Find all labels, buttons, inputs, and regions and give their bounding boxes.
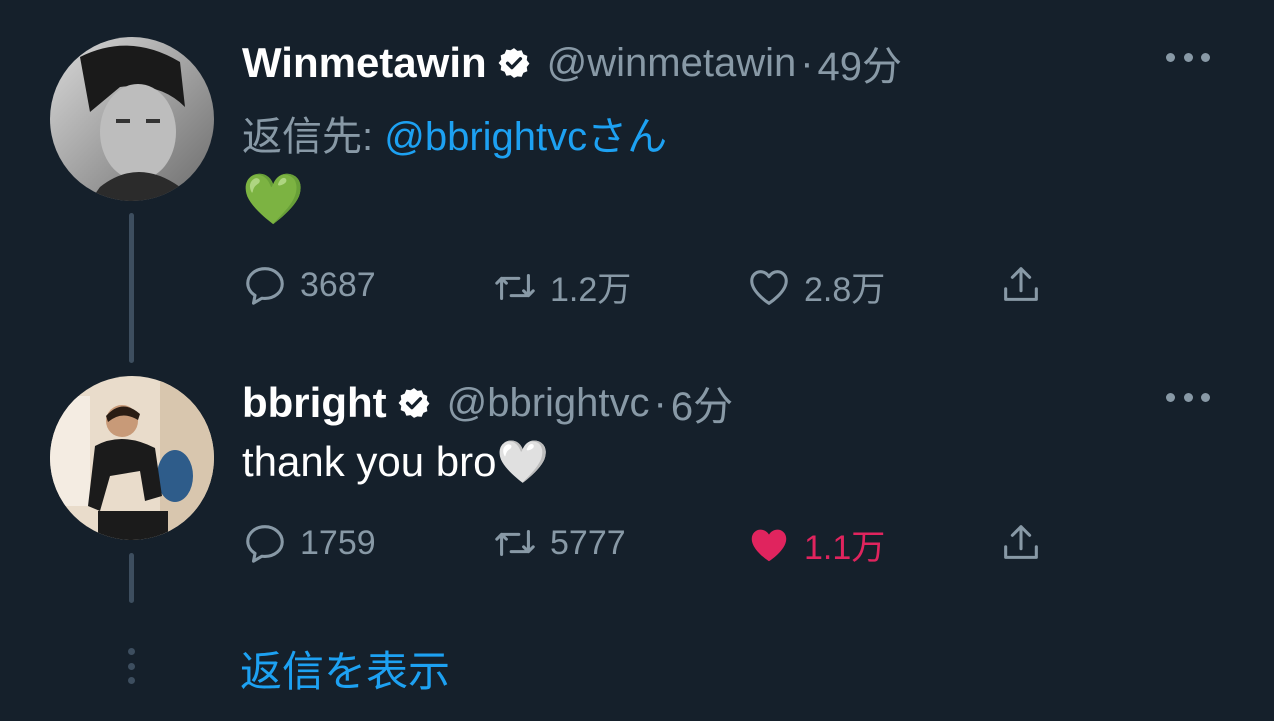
- more-options-icon[interactable]: [1166, 47, 1210, 67]
- reply-button[interactable]: 1759: [242, 520, 376, 566]
- verified-badge-icon: [498, 48, 530, 78]
- like-count: 1.1万: [804, 529, 886, 567]
- replying-mention-link[interactable]: @bbrightvc: [384, 115, 587, 159]
- display-name[interactable]: bbright: [242, 379, 387, 427]
- tweet-header: Winmetawin @winmetawin · 49分: [242, 34, 902, 92]
- avatar-image: [50, 37, 214, 201]
- retweet-icon: [495, 529, 535, 557]
- timestamp[interactable]: 49分: [818, 34, 903, 92]
- share-icon: [1004, 525, 1038, 559]
- tweet-text: 💚: [242, 171, 305, 227]
- avatar-bbright[interactable]: [50, 376, 214, 540]
- share-button[interactable]: [998, 262, 1056, 308]
- avatar-image: [50, 376, 214, 540]
- tweet-header: bbright @bbrightvc · 6分: [242, 374, 733, 432]
- avatar-winmetawin[interactable]: [50, 37, 214, 201]
- thread-continuation-dots: [128, 648, 136, 684]
- retweet-count: 1.2万: [550, 271, 632, 309]
- share-icon: [1004, 267, 1038, 301]
- user-handle[interactable]: @winmetawin: [547, 41, 797, 86]
- thread-line: [129, 213, 134, 363]
- timestamp[interactable]: 6分: [671, 374, 733, 432]
- replying-to-line: 返信先: @bbrightvcさん: [242, 104, 667, 162]
- like-button[interactable]: 1.1万: [746, 520, 885, 569]
- reply-count: 1759: [300, 523, 376, 562]
- retweet-button[interactable]: 5777: [492, 520, 626, 566]
- retweet-icon: [495, 273, 535, 300]
- verified-badge-icon: [398, 388, 430, 418]
- share-button[interactable]: [998, 520, 1056, 566]
- tweet-text: thank you bro🤍: [242, 438, 549, 485]
- separator-dot: ·: [800, 40, 814, 85]
- reply-icon: [246, 525, 284, 563]
- heart-outline-icon: [750, 269, 788, 305]
- replying-prefix: 返信先:: [242, 115, 385, 159]
- thread-line: [129, 553, 134, 603]
- replying-suffix: さん: [587, 115, 668, 159]
- retweet-button[interactable]: 1.2万: [492, 262, 631, 311]
- heart-filled-icon: [751, 529, 787, 561]
- reply-count: 3687: [300, 265, 376, 304]
- retweet-count: 5777: [550, 523, 626, 562]
- like-button[interactable]: 2.8万: [746, 262, 885, 311]
- user-handle[interactable]: @bbrightvc: [447, 381, 650, 426]
- show-replies-link[interactable]: 返信を表示: [240, 638, 450, 699]
- separator-dot: ·: [653, 380, 667, 425]
- like-count: 2.8万: [804, 271, 886, 309]
- display-name[interactable]: Winmetawin: [242, 39, 487, 87]
- reply-icon: [246, 267, 284, 305]
- more-options-icon[interactable]: [1166, 387, 1210, 407]
- reply-button[interactable]: 3687: [242, 262, 376, 308]
